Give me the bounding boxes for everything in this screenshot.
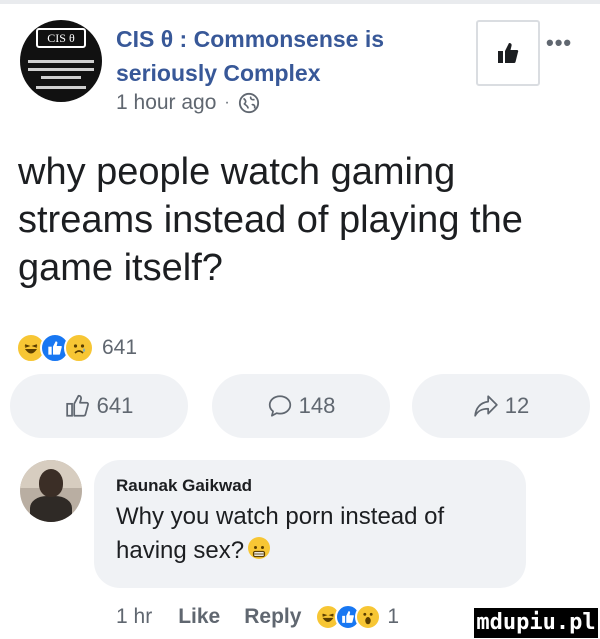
comment-like-button[interactable]: Like [178,605,220,629]
comment-actions: 1 hr Like Reply 1 [116,602,399,632]
grimace-emoji-icon [248,537,271,559]
reactions-count: 641 [102,336,138,359]
thumbs-up-icon [498,43,519,63]
wow-emoji-icon [355,604,382,630]
watermark-logo: mdupiu.pl [474,608,598,638]
post-meta: 1 hour ago · [116,88,260,118]
post-time[interactable]: 1 hour ago [116,91,216,115]
avatar-badge-text: CIS θ [36,28,86,48]
comment-reaction-count: 1 [387,605,400,628]
globe-icon [238,92,259,114]
comment-author[interactable]: Raunak Gaikwad [116,476,252,496]
post-text: why people watch gaming streams instead … [18,151,523,289]
share-count: 12 [504,393,530,418]
avatar-stripe [28,60,94,63]
avatar-stripe [41,76,81,79]
thumbs-up-outline-icon [65,394,89,417]
comment-text-body: Why you watch porn instead of having sex… [116,503,445,564]
like-button[interactable]: 641 [10,374,188,438]
page-avatar[interactable]: CIS θ [20,20,102,102]
sad-emoji-icon [64,333,94,363]
share-arrow-icon [474,395,498,417]
reactions-summary[interactable]: 641 [16,328,137,368]
avatar-head [39,469,63,497]
comment-reply-button[interactable]: Reply [244,605,301,629]
share-button[interactable]: 12 [412,374,590,438]
comment-reactions[interactable]: 1 [315,604,399,630]
comment-text: Why you watch porn instead of having sex… [116,500,516,568]
avatar-stripe [28,68,94,71]
like-count: 641 [96,393,134,418]
comment-bubble-icon [268,395,291,417]
avatar-stripe [36,86,86,89]
page-name-link[interactable]: CIS θ : Commonsense is seriously Complex [116,22,456,90]
comment-count: 148 [298,393,336,418]
meta-separator: · [224,94,230,111]
more-options-button[interactable]: ••• [546,30,572,56]
like-page-button[interactable] [476,20,540,86]
comment-button[interactable]: 148 [212,374,390,438]
commenter-avatar[interactable] [20,460,82,522]
top-divider [0,0,600,4]
avatar-body [30,496,72,522]
comment-time[interactable]: 1 hr [116,605,152,629]
